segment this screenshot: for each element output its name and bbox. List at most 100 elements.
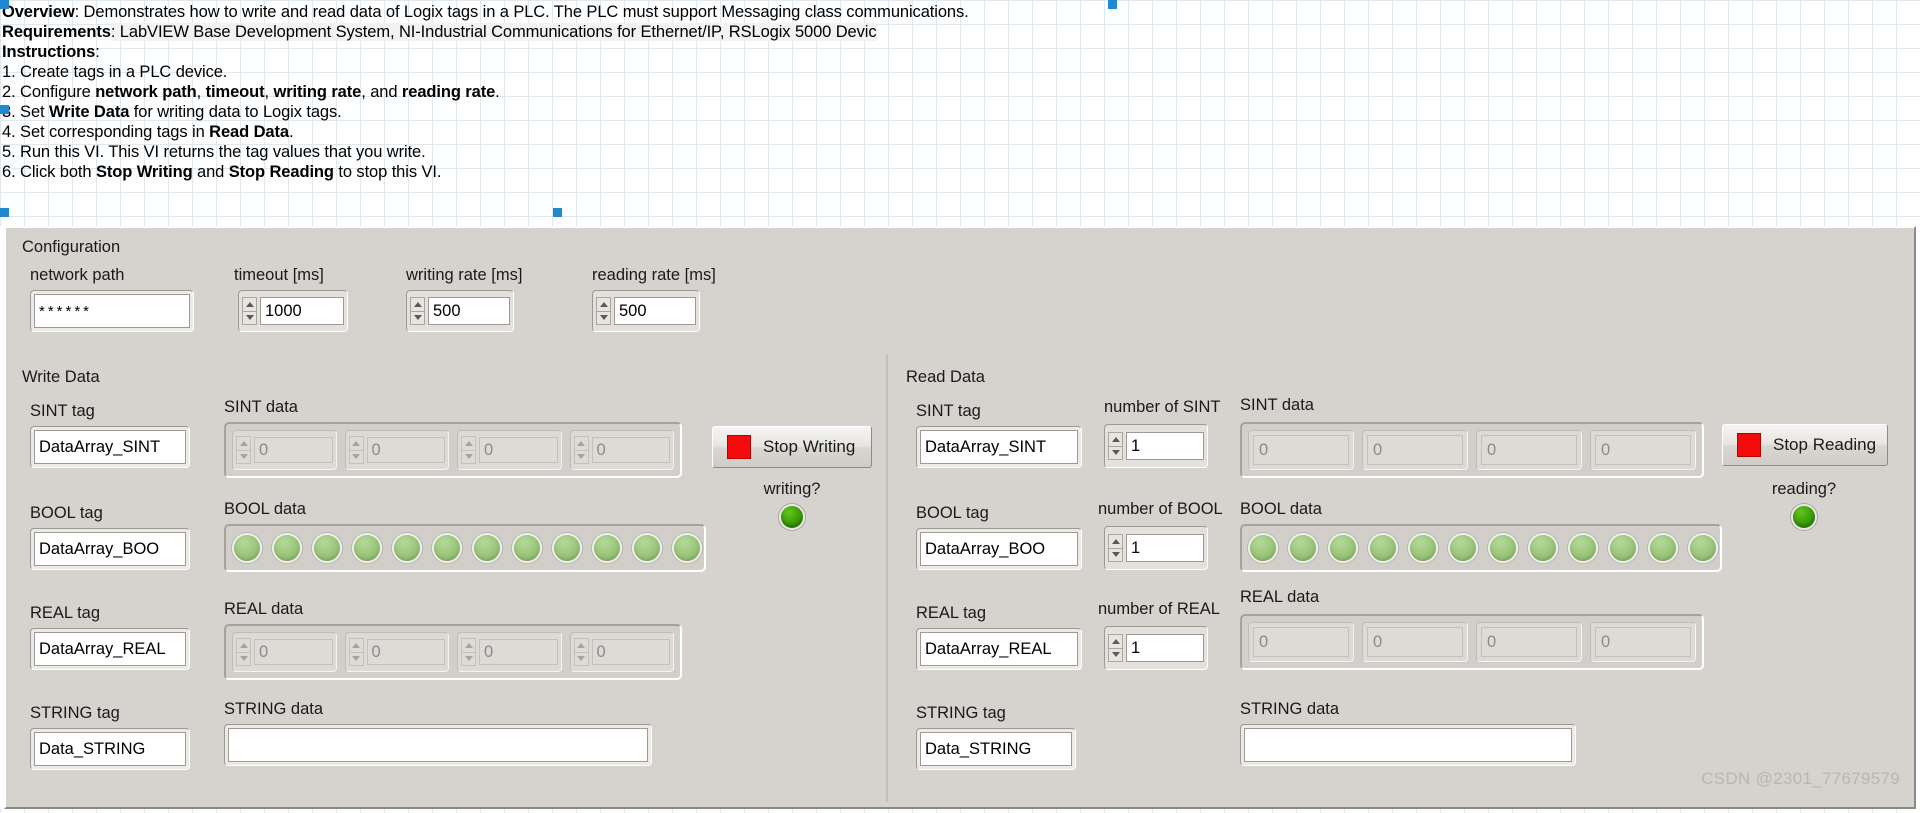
write-real-3-increment-button[interactable] — [573, 638, 589, 652]
write-bool-led[interactable] — [472, 533, 502, 563]
write-string-tag-input[interactable]: Data_STRING — [30, 728, 190, 770]
write-sint-1-decrement-button[interactable] — [348, 449, 364, 464]
number-of-real-input[interactable]: 1 — [1104, 626, 1208, 670]
write-bool-led[interactable] — [272, 533, 302, 563]
write-real-1-stepper[interactable] — [348, 638, 364, 666]
timeout-stepper[interactable] — [242, 297, 257, 325]
number-of-bool-increment-button[interactable] — [1108, 534, 1123, 548]
write-real-data-array[interactable]: 0 0 0 0 — [224, 624, 682, 680]
write-sint-3-decrement-button[interactable] — [573, 449, 589, 464]
write-real-0-decrement-button[interactable] — [236, 651, 251, 666]
write-real-data-item[interactable]: 0 — [457, 632, 562, 672]
write-bool-led[interactable] — [232, 533, 262, 563]
selection-handle-bottom-mid[interactable] — [553, 208, 562, 217]
write-real-data-item[interactable]: 0 — [569, 632, 674, 672]
write-real-3-stepper[interactable] — [573, 638, 589, 666]
stop-writing-button[interactable]: Stop Writing — [712, 426, 872, 468]
write-real-data-item[interactable]: 0 — [232, 632, 337, 672]
write-sint-2-increment-button[interactable] — [461, 436, 476, 450]
writing-rate-stepper[interactable] — [410, 297, 425, 325]
write-sint-2-decrement-button[interactable] — [461, 449, 476, 464]
selection-handle-mid-left[interactable] — [0, 105, 9, 114]
doc-instructions-colon: : — [95, 43, 100, 61]
write-sint-2-stepper[interactable] — [461, 436, 476, 464]
writing-rate-input[interactable]: 500 — [406, 290, 514, 332]
number-of-sint-increment-button[interactable] — [1108, 432, 1123, 446]
read-string-tag-input[interactable]: Data_STRING — [916, 728, 1076, 770]
selection-handle-bottom-left[interactable] — [0, 208, 9, 217]
write-string-data-input[interactable] — [224, 724, 652, 766]
write-bool-led[interactable] — [552, 533, 582, 563]
reading-rate-decrement-button[interactable] — [596, 310, 611, 325]
writing-rate-increment-button[interactable] — [410, 297, 425, 311]
reading-rate-increment-button[interactable] — [596, 297, 611, 311]
write-sint-data-array[interactable]: 0 0 0 0 — [224, 422, 682, 478]
number-of-bool-decrement-button[interactable] — [1108, 547, 1123, 562]
chevron-down-icon — [464, 656, 473, 662]
write-bool-tag-input[interactable]: DataArray_BOO — [30, 528, 190, 570]
write-real-1-increment-button[interactable] — [348, 638, 364, 652]
read-sint-tag-value: DataArray_SINT — [925, 437, 1047, 456]
write-bool-led[interactable] — [432, 533, 462, 563]
write-bool-led[interactable] — [312, 533, 342, 563]
write-real-2-stepper[interactable] — [461, 638, 476, 666]
write-sint-data-item[interactable]: 0 — [344, 430, 449, 470]
number-of-sint-stepper[interactable] — [1108, 432, 1123, 460]
number-of-real-decrement-button[interactable] — [1108, 647, 1123, 662]
write-sint-data-item[interactable]: 0 — [569, 430, 674, 470]
chevron-up-icon — [577, 440, 585, 446]
read-real-tag-label: REAL tag — [916, 604, 987, 622]
write-bool-led[interactable] — [592, 533, 622, 563]
write-sint-1-increment-button[interactable] — [348, 436, 364, 450]
reading-rate-stepper[interactable] — [596, 297, 611, 325]
write-sint-3-increment-button[interactable] — [573, 436, 589, 450]
write-bool-led[interactable] — [392, 533, 422, 563]
number-of-real-stepper[interactable] — [1108, 634, 1123, 662]
write-real-tag-input[interactable]: DataArray_REAL — [30, 628, 190, 670]
read-sint-tag-input[interactable]: DataArray_SINT — [916, 426, 1082, 468]
write-sint-0-increment-button[interactable] — [236, 436, 251, 450]
write-sint-0-decrement-button[interactable] — [236, 449, 251, 464]
write-sint-data-item[interactable]: 0 — [457, 430, 562, 470]
network-path-input[interactable]: ****** — [30, 290, 194, 332]
write-sint-3-stepper[interactable] — [573, 436, 589, 464]
number-of-bool-input[interactable]: 1 — [1104, 526, 1208, 570]
chevron-up-icon — [245, 301, 254, 307]
writing-rate-decrement-button[interactable] — [410, 310, 425, 325]
number-of-sint-input[interactable]: 1 — [1104, 424, 1208, 468]
read-real-tag-value: DataArray_REAL — [925, 639, 1052, 658]
write-bool-led[interactable] — [352, 533, 382, 563]
timeout-decrement-button[interactable] — [242, 310, 257, 325]
selection-handle-top-right[interactable] — [1108, 0, 1117, 9]
write-real-2-increment-button[interactable] — [461, 638, 476, 652]
read-real-tag-input[interactable]: DataArray_REAL — [916, 628, 1082, 670]
write-real-0-increment-button[interactable] — [236, 638, 251, 652]
stop-writing-label: Stop Writing — [763, 437, 856, 456]
write-real-1-decrement-button[interactable] — [348, 651, 364, 666]
write-bool-led[interactable] — [512, 533, 542, 563]
number-of-sint-decrement-button[interactable] — [1108, 445, 1123, 460]
number-of-bool-stepper[interactable] — [1108, 534, 1123, 562]
reading-rate-input[interactable]: 500 — [592, 290, 700, 332]
timeout-increment-button[interactable] — [242, 297, 257, 311]
write-real-2-decrement-button[interactable] — [461, 651, 476, 666]
write-string-tag-label: STRING tag — [30, 704, 120, 722]
write-bool-led[interactable] — [672, 533, 702, 563]
write-sint-0-stepper[interactable] — [236, 436, 251, 464]
write-bool-data-array[interactable] — [224, 524, 706, 572]
timeout-input[interactable]: 1000 — [238, 290, 348, 332]
number-of-real-increment-button[interactable] — [1108, 634, 1123, 648]
write-bool-led[interactable] — [632, 533, 662, 563]
selection-handle-top-left[interactable] — [0, 0, 9, 9]
chevron-up-icon — [577, 642, 585, 648]
write-real-0-stepper[interactable] — [236, 638, 251, 666]
stop-reading-button[interactable]: Stop Reading — [1722, 424, 1888, 466]
read-bool-led — [1288, 533, 1318, 563]
write-real-data-item[interactable]: 0 — [344, 632, 449, 672]
documentation-area: Overview: Demonstrates how to write and … — [0, 0, 1920, 226]
write-real-3-decrement-button[interactable] — [573, 651, 589, 666]
read-bool-tag-input[interactable]: DataArray_BOO — [916, 528, 1082, 570]
write-sint-1-stepper[interactable] — [348, 436, 364, 464]
write-sint-tag-input[interactable]: DataArray_SINT — [30, 426, 190, 468]
write-sint-data-item[interactable]: 0 — [232, 430, 337, 470]
